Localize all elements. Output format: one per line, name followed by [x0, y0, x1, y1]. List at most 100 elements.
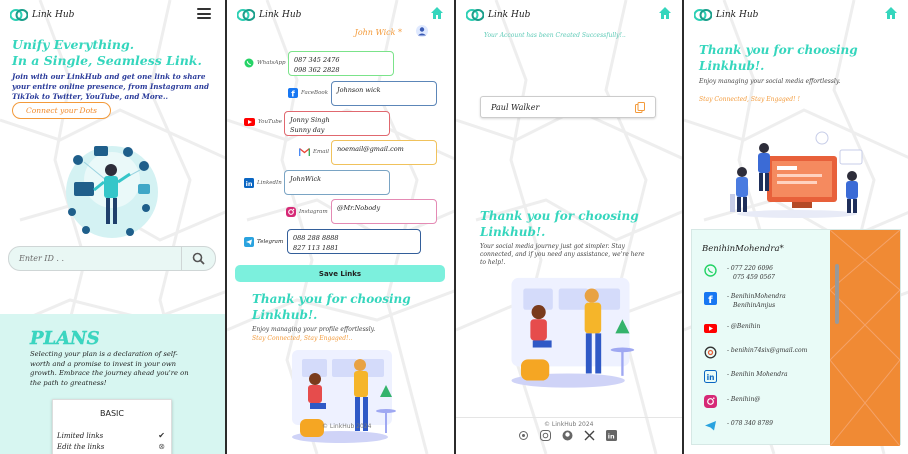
- cross-circle-icon: ⊗: [158, 442, 165, 451]
- home-icon[interactable]: [884, 6, 898, 20]
- instagram-icon[interactable]: [540, 430, 551, 441]
- hero-illustration: [66, 146, 158, 238]
- link-value: 827 113 1881: [293, 244, 339, 252]
- app-name: Link Hub: [488, 10, 531, 20]
- link-label: Instagram: [299, 209, 328, 215]
- linkedin-icon[interactable]: in: [606, 430, 617, 441]
- contact-text: - Benihin Mohendra: [727, 370, 788, 379]
- thanks-title: Thank you for choosing Linkhub!.: [252, 291, 411, 323]
- contact-text: - 077 220 6096 075 459 0567: [727, 264, 775, 282]
- linkhub-icon[interactable]: [518, 430, 529, 441]
- link-value: 087 345 2476: [294, 56, 340, 64]
- contact-row-telegram[interactable]: - 078 340 8789: [704, 419, 773, 432]
- profile-screen: Link Hub Thank you for choosing Linkhub!…: [684, 0, 908, 454]
- linkedin-icon: in: [704, 370, 717, 383]
- save-links-button[interactable]: Save Links: [235, 265, 445, 282]
- facebook-icon: f: [704, 292, 717, 305]
- team-illustration: [730, 131, 863, 218]
- app-name: Link Hub: [259, 10, 302, 20]
- connect-button[interactable]: Connect your Dots: [12, 102, 111, 119]
- plans-section: PLANS Selecting your plan is a declarati…: [0, 314, 225, 454]
- home-icon[interactable]: [658, 6, 672, 20]
- menu-icon[interactable]: [197, 8, 211, 19]
- facebook-row: f FaceBook: [288, 88, 328, 98]
- card-scrollbar[interactable]: [835, 264, 839, 324]
- email-row: Email: [299, 148, 329, 156]
- instagram-icon: [286, 207, 296, 217]
- contact-line: - @Benihin: [727, 323, 761, 330]
- copy-icon[interactable]: [635, 102, 645, 113]
- link-value: Jonny Singh: [290, 116, 330, 124]
- contact-row-facebook[interactable]: f - BenihinMohendra BenihinAmjus: [704, 292, 786, 310]
- telegram-input[interactable]: 088 288 8888 827 113 1881: [287, 229, 421, 254]
- logo[interactable]: Link Hub: [237, 8, 301, 22]
- user-avatar-icon[interactable]: [416, 25, 428, 37]
- contact-text: - Benihin@: [727, 395, 760, 404]
- header: Link Hub: [456, 0, 682, 30]
- contact-line: 075 459 0567: [733, 274, 775, 281]
- logo-icon: [694, 9, 712, 21]
- contact-row-email[interactable]: - benihin74six@gmail.com: [704, 346, 807, 359]
- link-label: YouTube: [258, 119, 282, 125]
- search-button[interactable]: [181, 247, 215, 270]
- id-search-bar: Enter ID . .: [8, 246, 216, 271]
- contact-line: - BenihinMohendra: [727, 293, 786, 300]
- facebook-input[interactable]: Johnson wick: [331, 81, 437, 106]
- contact-row-linkedin[interactable]: in - Benihin Mohendra: [704, 370, 788, 383]
- logo-icon: [237, 9, 255, 21]
- contact-row-whatsapp[interactable]: - 077 220 6096 075 459 0567: [704, 264, 775, 282]
- hero-title-line2: In a Single, Seamless Link.: [12, 53, 202, 68]
- contact-line: - 078 340 8789: [727, 420, 773, 427]
- logo[interactable]: Link Hub: [466, 8, 530, 22]
- thanks-line2: Linkhub!.: [252, 308, 318, 322]
- logo[interactable]: Link Hub: [694, 8, 758, 22]
- thanks-illustration: [292, 350, 396, 443]
- telegram-icon: [244, 237, 254, 247]
- github-icon[interactable]: [562, 430, 573, 441]
- whatsapp-input[interactable]: 087 345 2476 098 362 2828: [288, 51, 394, 76]
- youtube-icon: [244, 118, 255, 126]
- email-input[interactable]: noemail@gmail.com: [331, 140, 437, 165]
- instagram-input[interactable]: @Mr.Nobody: [331, 199, 437, 224]
- home-icon[interactable]: [430, 6, 444, 20]
- facebook-icon: f: [288, 88, 298, 98]
- link-value: Sunny day: [290, 126, 325, 134]
- plan-feature: Edit the links: [57, 443, 105, 451]
- app-name: Link Hub: [716, 10, 759, 20]
- accent-pattern: [829, 229, 901, 447]
- youtube-row: YouTube: [244, 118, 282, 126]
- svg-text:in: in: [707, 373, 715, 382]
- youtube-input[interactable]: Jonny Singh Sunny day: [284, 111, 390, 136]
- id-search-input[interactable]: Enter ID . .: [9, 254, 181, 263]
- contact-line: - 077 220 6096: [727, 265, 773, 272]
- contact-row-instagram[interactable]: - Benihin@: [704, 395, 760, 408]
- plan-feature: Limited links: [57, 432, 104, 440]
- thanks-line2: Linkhub!.: [480, 225, 546, 239]
- svg-text:f: f: [708, 295, 713, 305]
- logo[interactable]: Link Hub: [10, 8, 74, 22]
- thanks-subtitle: Enjoy managing your profile effortlessly…: [252, 326, 376, 333]
- app-name: Link Hub: [32, 10, 75, 20]
- link-label: WhatsApp: [257, 60, 286, 66]
- svg-text:in: in: [246, 180, 253, 188]
- user-id-field[interactable]: Paul Walker: [480, 96, 656, 118]
- profile-card: BenihinMohendra* - 077 220 6096 075 459 …: [691, 229, 901, 447]
- check-icon: ✔: [158, 431, 165, 440]
- linkedin-row: in LinkedIn: [244, 178, 282, 188]
- thanks-title: Thank you for choosing Linkhub!.: [480, 208, 639, 240]
- logo-icon: [466, 9, 484, 21]
- instagram-icon: [704, 395, 717, 408]
- footer-copyright: © LinkHub 2024: [544, 421, 594, 428]
- plan-card-basic[interactable]: BASIC Limited links ✔ Edit the links ⊗: [52, 399, 172, 454]
- plan-name: BASIC: [100, 409, 124, 418]
- x-icon[interactable]: [584, 430, 595, 441]
- card-accent-panel: [829, 229, 901, 447]
- thanks-subtitle: Enjoy managing your social media effortl…: [699, 78, 841, 85]
- link-label: FaceBook: [301, 90, 329, 96]
- screens-collage: Link Hub Unify Everything. In a Single, …: [0, 0, 908, 454]
- instagram-row: Instagram: [286, 207, 328, 217]
- linkedin-input[interactable]: JohnWick: [284, 170, 390, 195]
- footer-copyright: © LinkHub 2024: [322, 423, 372, 430]
- thanks-subtitle: Your social media journey just got simpl…: [480, 243, 645, 266]
- contact-row-youtube[interactable]: - @Benihin: [704, 322, 760, 335]
